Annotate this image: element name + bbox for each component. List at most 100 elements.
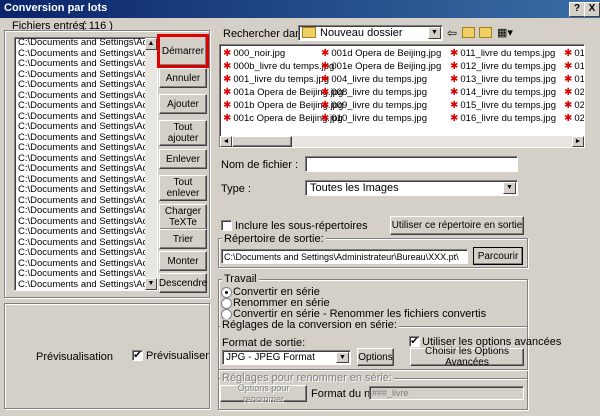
sort-button[interactable]: Trier: [159, 229, 207, 249]
options-button[interactable]: Options: [357, 348, 394, 366]
file-grid-item[interactable]: ✱ 009_livre du temps.jpg: [321, 100, 427, 112]
close-button[interactable]: X: [584, 2, 600, 17]
file-list-item[interactable]: C:\Documents and Settings\Admini: [15, 238, 145, 249]
file-grid-item[interactable]: ✱ 000_noir.jpg: [223, 48, 285, 60]
new-folder-icon[interactable]: [479, 27, 492, 38]
image-file-icon: ✱: [223, 74, 232, 85]
convert-radio[interactable]: [221, 287, 232, 298]
file-grid-item-label: 01: [574, 74, 585, 85]
file-grid-item[interactable]: ✱ 001e Opera de Beijing.jpg: [321, 61, 441, 73]
file-grid-item[interactable]: ✱ 015_livre du temps.jpg: [450, 100, 556, 112]
filename-input[interactable]: [305, 156, 518, 172]
file-grid-item[interactable]: ✱ 016_livre du temps.jpg: [450, 113, 556, 125]
add-button[interactable]: Ajouter: [159, 94, 207, 114]
file-list-item[interactable]: C:\Documents and Settings\Admini: [15, 70, 145, 81]
use-folder-button[interactable]: Utiliser ce répertoire en sortie: [390, 216, 524, 235]
move-down-button[interactable]: Descendre: [159, 273, 207, 293]
file-grid-item-label: 008_livre du temps.jpg: [331, 87, 427, 98]
file-grid-item[interactable]: ✱ 014_livre du temps.jpg: [450, 87, 556, 99]
scroll-down-icon[interactable]: ▼: [145, 278, 157, 290]
file-grid-item[interactable]: ✱ 02: [564, 100, 584, 112]
image-file-icon: ✱: [450, 74, 459, 85]
file-list-item[interactable]: C:\Documents and Settings\Admini: [15, 164, 145, 175]
file-list-item[interactable]: C:\Documents and Settings\Admini: [15, 91, 145, 102]
rename-options-button[interactable]: Options pour renommer: [220, 383, 307, 404]
start-button[interactable]: Démarrer: [157, 34, 209, 68]
file-grid-item-label: 000b_livre du temps.jpg: [233, 61, 335, 72]
file-grid-item[interactable]: ✱ 01: [564, 61, 584, 73]
file-grid-item-label: 016_livre du temps.jpg: [460, 113, 556, 124]
file-list-item[interactable]: C:\Documents and Settings\Admini: [15, 259, 145, 270]
output-dir-input[interactable]: [221, 249, 468, 264]
type-select[interactable]: Toutes les Images ▼: [305, 180, 518, 196]
load-text-button[interactable]: Charger TeXTe: [159, 204, 207, 230]
file-grid-item[interactable]: ✱ 001d Opera de Beijing.jpg: [321, 48, 441, 60]
file-list-item[interactable]: C:\Documents and Settings\Admini: [15, 269, 145, 280]
folder-select[interactable]: Nouveau dossier ▼: [298, 25, 443, 41]
file-grid-item[interactable]: ✱ 001_livre du temps.jpg: [223, 74, 329, 86]
rename-radio[interactable]: [221, 298, 232, 309]
hscroll-thumb[interactable]: [232, 136, 292, 147]
file-list-scrollbar[interactable]: ▲ ▼: [145, 38, 157, 290]
file-list-item[interactable]: C:\Documents and Settings\Admini: [15, 59, 145, 70]
file-grid-item[interactable]: ✱ 011_livre du temps.jpg: [450, 48, 555, 60]
file-list-item[interactable]: C:\Documents and Settings\Admini: [15, 143, 145, 154]
file-grid-hscrollbar[interactable]: ◄ ►: [220, 136, 584, 147]
file-grid-item[interactable]: ✱ 004_livre du temps.jpg: [321, 74, 427, 86]
add-all-button[interactable]: Tout ajouter: [159, 120, 207, 146]
back-arrow-icon[interactable]: ⇦: [447, 26, 457, 40]
scroll-right-icon[interactable]: ►: [572, 136, 584, 147]
file-list-item[interactable]: C:\Documents and Settings\Admini: [15, 101, 145, 112]
file-list-item[interactable]: C:\Documents and Settings\Admini: [15, 133, 145, 144]
file-grid-item[interactable]: ✱ 012_livre du temps.jpg: [450, 61, 556, 73]
file-list-item[interactable]: C:\Documents and Settings\Admini: [15, 206, 145, 217]
file-list-item[interactable]: C:\Documents and Settings\Admini: [15, 80, 145, 91]
name-format-input[interactable]: [369, 386, 524, 400]
file-list-item[interactable]: C:\Documents and Settings\Admini: [15, 290, 145, 291]
file-list-item[interactable]: C:\Documents and Settings\Admini: [15, 185, 145, 196]
file-grid-item[interactable]: ✱ 01: [564, 48, 584, 60]
remove-button[interactable]: Enlever: [159, 149, 207, 169]
type-value: Toutes les Images: [310, 182, 399, 194]
image-file-icon: ✱: [450, 61, 459, 72]
file-list-item[interactable]: C:\Documents and Settings\Admini: [15, 154, 145, 165]
file-list-item[interactable]: C:\Documents and Settings\Admini: [15, 196, 145, 207]
scroll-up-icon[interactable]: ▲: [145, 38, 157, 50]
scroll-left-icon[interactable]: ◄: [220, 136, 232, 147]
file-list-item[interactable]: C:\Documents and Settings\Admini: [15, 217, 145, 228]
preview-checkbox[interactable]: ✔: [132, 350, 143, 361]
file-list-item[interactable]: C:\Documents and Settings\Admini: [15, 49, 145, 60]
up-folder-icon[interactable]: [462, 27, 475, 38]
subfolders-checkbox[interactable]: [221, 220, 232, 231]
file-grid-item[interactable]: ✱ 013_livre du temps.jpg: [450, 74, 556, 86]
chevron-down-icon[interactable]: ▼: [336, 352, 349, 363]
chevron-down-icon[interactable]: ▼: [503, 182, 516, 194]
browse-button[interactable]: Parcourir: [473, 247, 523, 265]
remove-all-button[interactable]: Tout enlever: [159, 175, 207, 201]
image-file-icon: ✱: [321, 100, 330, 111]
advanced-options-button[interactable]: Choisir les Options Avancées: [410, 346, 524, 368]
cancel-button[interactable]: Annuler: [159, 68, 207, 88]
file-list-item[interactable]: C:\Documents and Settings\Admini: [15, 122, 145, 133]
move-up-button[interactable]: Monter: [159, 251, 207, 271]
file-grid-item[interactable]: ✱ 008_livre du temps.jpg: [321, 87, 427, 99]
file-list-item[interactable]: C:\Documents and Settings\Admini: [15, 248, 145, 259]
file-browser-grid[interactable]: ✱ 000_noir.jpg ✱ 000b_livre du temps.jpg ✱ 00…: [219, 44, 585, 148]
file-list-item[interactable]: C:\Documents and Settings\Admini: [15, 227, 145, 238]
file-list-item[interactable]: C:\Documents and Settings\Admini: [15, 175, 145, 186]
file-list-item[interactable]: C:\Documents and Settings\Admini: [15, 38, 145, 49]
help-button[interactable]: ?: [569, 2, 585, 17]
file-grid-item-label: 014_livre du temps.jpg: [460, 87, 556, 98]
view-menu-icon[interactable]: ▦▾: [497, 26, 513, 39]
output-format-select[interactable]: JPG - JPEG Format ▼: [222, 350, 351, 365]
file-grid-item[interactable]: ✱ 010_livre du temps.jpg: [321, 113, 427, 125]
file-list-item[interactable]: C:\Documents and Settings\Admini: [15, 112, 145, 123]
file-grid-item[interactable]: ✱ 01: [564, 74, 585, 86]
image-file-icon: ✱: [450, 48, 459, 59]
chevron-down-icon[interactable]: ▼: [428, 27, 441, 39]
file-list-item[interactable]: C:\Documents and Settings\Admini: [15, 280, 145, 291]
file-grid-item[interactable]: ✱ 02: [564, 113, 584, 125]
file-grid-item[interactable]: ✱ 000b_livre du temps.jpg: [223, 61, 334, 73]
file-grid-item[interactable]: ✱ 02: [564, 87, 584, 99]
input-file-list[interactable]: C:\Documents and Settings\AdminiC:\Docum…: [14, 37, 158, 291]
